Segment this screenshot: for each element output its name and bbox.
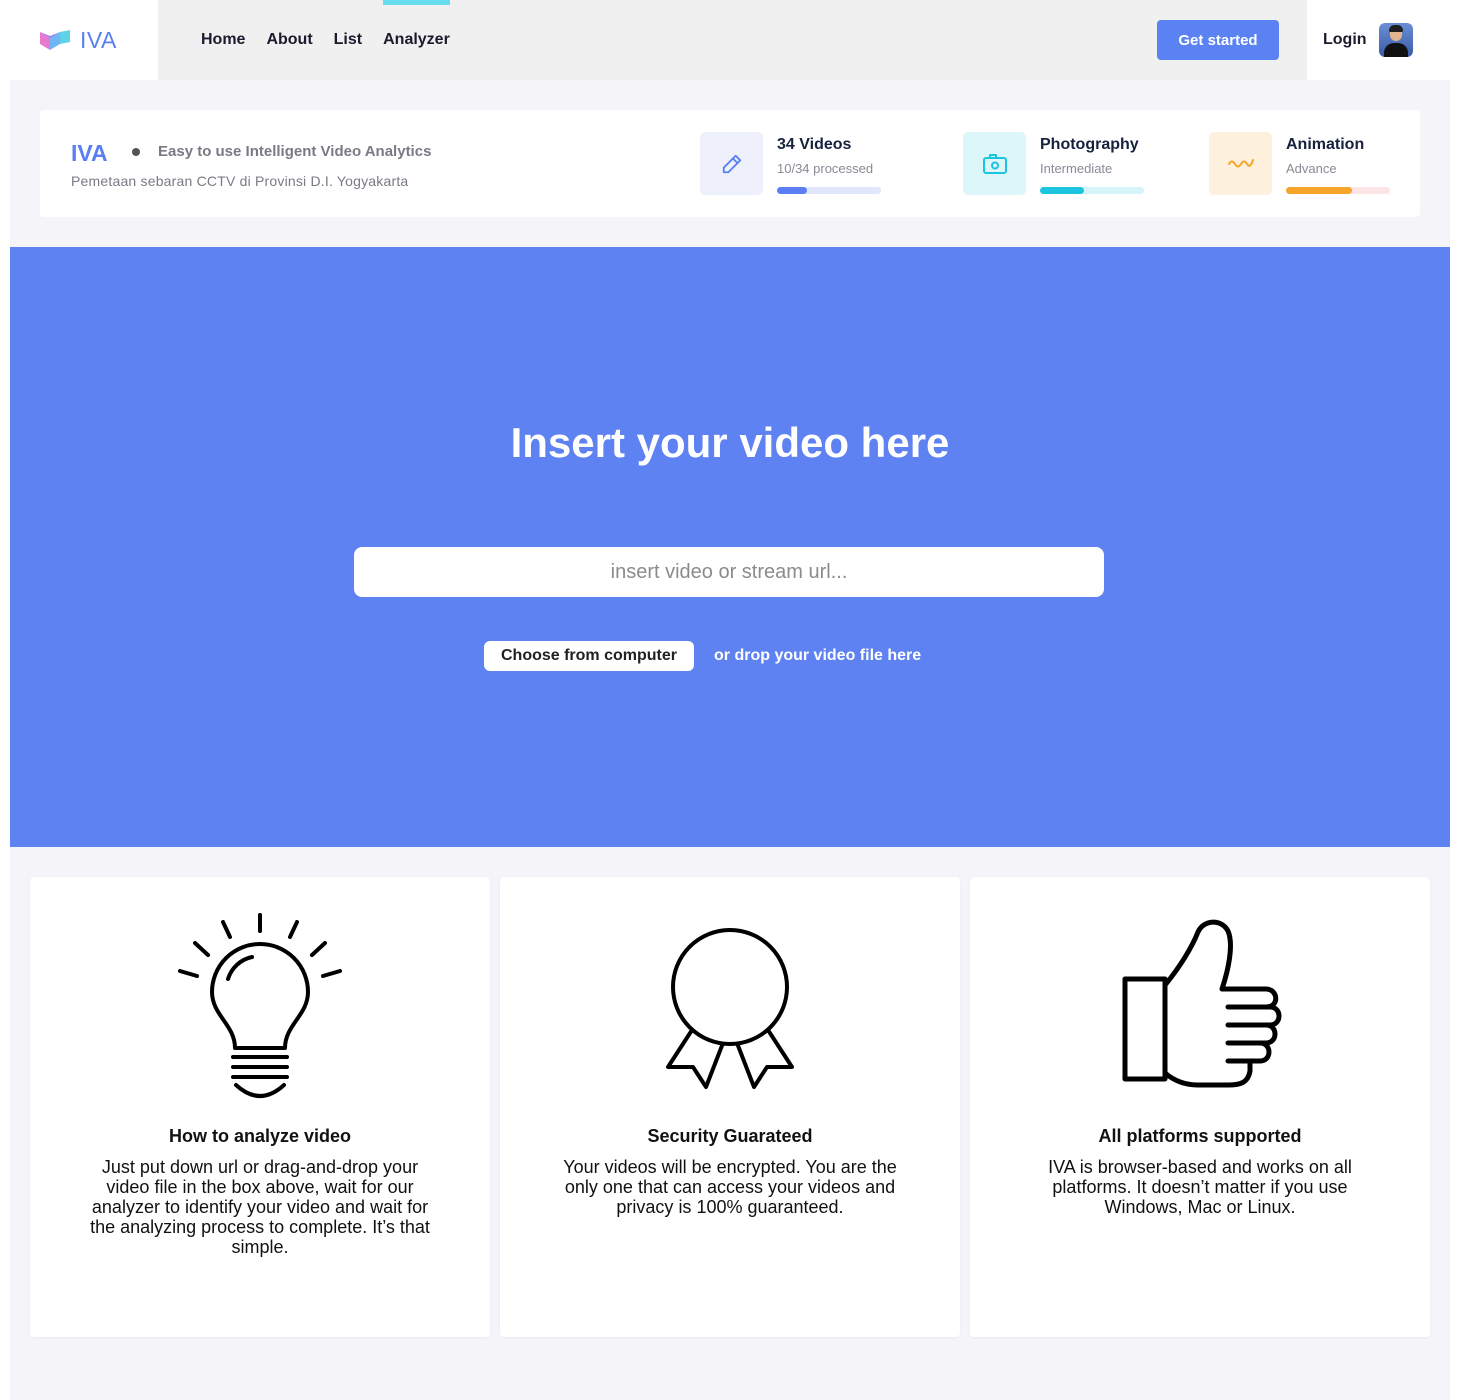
- choose-from-computer-button[interactable]: Choose from computer: [484, 641, 694, 671]
- stat-title: 34 Videos: [777, 136, 852, 153]
- feature-card-analyze: How to analyze video Just put down url o…: [30, 877, 490, 1337]
- progress-fill: [1286, 187, 1352, 194]
- stat-subtitle: Advance: [1286, 161, 1337, 176]
- feature-text: IVA is browser-based and works on all pl…: [1048, 1157, 1352, 1217]
- progress-fill: [777, 187, 808, 194]
- upload-hero[interactable]: Insert your video here Choose from compu…: [10, 247, 1450, 847]
- hero-title: Insert your video here: [510, 419, 950, 466]
- video-url-input[interactable]: [354, 547, 1104, 597]
- stat-subtitle: 10/34 processed: [777, 161, 874, 176]
- info-card: IVA Easy to use Intelligent Video Analyt…: [40, 110, 1420, 217]
- get-started-button[interactable]: Get started: [1157, 20, 1279, 60]
- info-subtitle: Pemetaan sebaran CCTV di Provinsi D.I. Y…: [71, 173, 409, 189]
- wave-icon: [1209, 132, 1272, 195]
- lightbulb-icon: [178, 913, 342, 1098]
- top-navbar: IVA Home About List Analyzer Get started…: [0, 0, 1460, 80]
- user-area: Login: [1307, 0, 1460, 80]
- feature-title: Security Guarateed: [647, 1126, 813, 1146]
- feature-text: Your videos will be encrypted. You are t…: [563, 1157, 897, 1217]
- camera-icon: [963, 132, 1026, 195]
- nav-list[interactable]: List: [334, 0, 362, 80]
- logo-text: IVA: [80, 26, 117, 53]
- nav-analyzer[interactable]: Analyzer: [383, 0, 450, 80]
- login-link[interactable]: Login: [1323, 31, 1367, 49]
- feature-card-security: Security Guarateed Your videos will be e…: [500, 877, 960, 1337]
- progress-fill: [1040, 187, 1084, 194]
- feature-title: All platforms supported: [1098, 1126, 1302, 1146]
- feature-title: How to analyze video: [168, 1126, 352, 1146]
- drop-zone-hint: or drop your video file here: [714, 647, 922, 664]
- main-nav: Home About List Analyzer: [158, 0, 450, 80]
- thumbs-up-icon: [1122, 919, 1282, 1088]
- info-title: IVA: [71, 140, 108, 166]
- progress-bar: [1286, 187, 1390, 194]
- nav-about[interactable]: About: [266, 0, 312, 80]
- stat-subtitle: Intermediate: [1040, 161, 1113, 176]
- pencil-icon: [700, 132, 763, 195]
- stat-title: Animation: [1286, 136, 1365, 153]
- info-tagline: Easy to use Intelligent Video Analytics: [158, 143, 432, 160]
- avatar[interactable]: [1378, 23, 1413, 57]
- progress-bar: [1040, 187, 1144, 194]
- award-ribbon-icon: [666, 928, 794, 1089]
- separator-dot: [132, 148, 140, 156]
- feature-text: Just put down url or drag-and-drop your …: [90, 1157, 430, 1257]
- feature-card-platforms: All platforms supported IVA is browser-b…: [970, 877, 1430, 1337]
- progress-bar: [777, 187, 881, 194]
- nav-home[interactable]: Home: [201, 0, 245, 80]
- stat-title: Photography: [1040, 136, 1139, 153]
- logo[interactable]: IVA: [0, 0, 158, 80]
- iva-logo-icon: [40, 30, 70, 50]
